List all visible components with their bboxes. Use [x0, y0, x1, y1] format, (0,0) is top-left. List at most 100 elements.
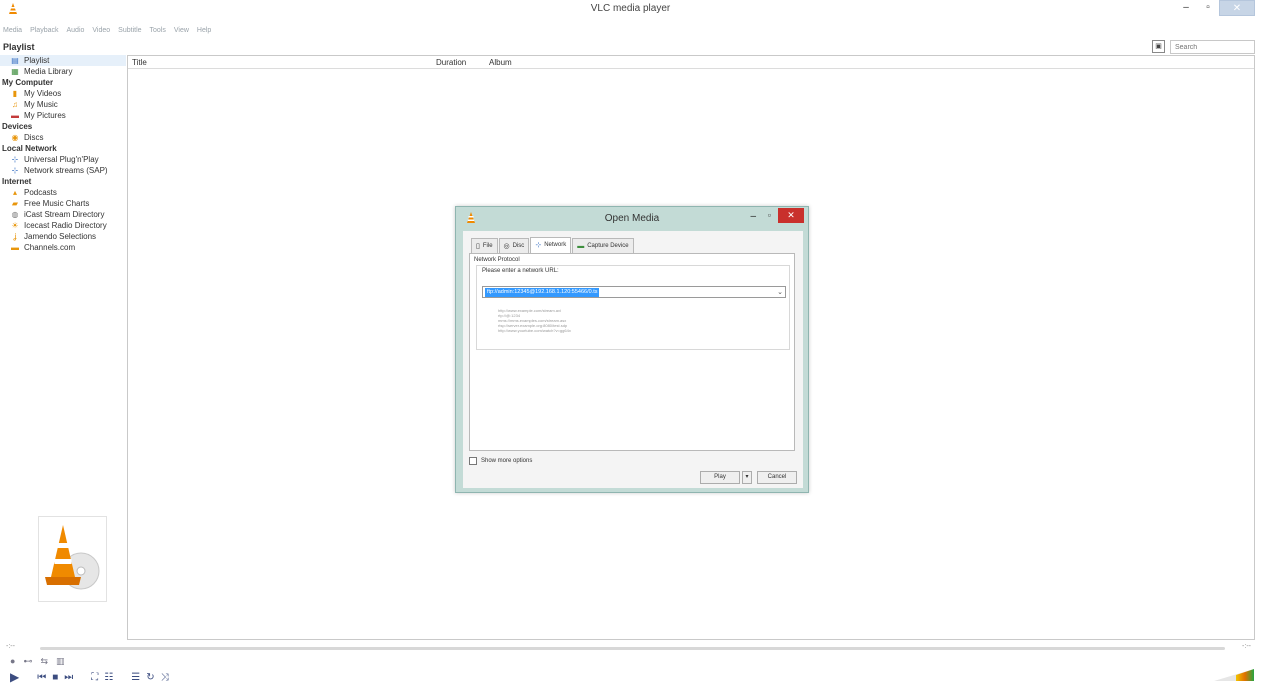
- stop-icon[interactable]: ■: [52, 672, 58, 683]
- sidebar-item-label: Discs: [24, 133, 44, 142]
- sidebar-item-discs[interactable]: ◉ Discs: [0, 132, 126, 143]
- advanced-controls: ● ⊷ ⇆ ▥: [10, 656, 65, 667]
- menu-subtitle[interactable]: Subtitle: [118, 27, 141, 37]
- volume-slider[interactable]: [1210, 668, 1256, 682]
- sidebar-item-label: My Pictures: [24, 111, 66, 120]
- dialog-title-bar: Open Media – ▫ ✕: [456, 207, 808, 229]
- sidebar-item-my-videos[interactable]: ▮ My Videos: [0, 88, 126, 99]
- sidebar-item-free-music-charts[interactable]: ▰ Free Music Charts: [0, 198, 126, 209]
- file-icon: ▯: [476, 242, 480, 250]
- play-icon[interactable]: ▶: [10, 670, 19, 684]
- open-media-dialog: Open Media – ▫ ✕ ▯ File ◎ Disc ⊹ Network…: [455, 206, 809, 493]
- sidebar-item-jamendo[interactable]: ʝ Jamendo Selections: [0, 231, 126, 242]
- menu-help[interactable]: Help: [197, 27, 211, 37]
- dialog-minimize-button[interactable]: –: [750, 211, 756, 222]
- network-url-input[interactable]: ftp://admin:12345@192.168.1.120:55466/0.…: [482, 286, 786, 298]
- cancel-button[interactable]: Cancel: [757, 471, 797, 484]
- network-icon: ⊹: [11, 166, 19, 175]
- title-bar: VLC media player – ▫ ✕: [0, 0, 1261, 18]
- tab-file[interactable]: ▯ File: [471, 238, 498, 253]
- chevron-down-icon: ▾: [745, 474, 749, 480]
- seek-slider[interactable]: [40, 647, 1225, 650]
- podcast-icon: ▴: [12, 188, 17, 197]
- playlist-view-button[interactable]: ▣: [1152, 40, 1165, 53]
- close-button[interactable]: ✕: [1219, 0, 1255, 16]
- sidebar-item-label: iCast Stream Directory: [24, 210, 105, 219]
- network-icon: ⊹: [535, 242, 542, 249]
- maximize-button[interactable]: ▫: [1197, 0, 1219, 16]
- sidebar-item-channels[interactable]: ▬ Channels.com: [0, 242, 126, 253]
- show-more-options[interactable]: Show more options: [469, 457, 532, 465]
- menu-video[interactable]: Video: [92, 27, 110, 37]
- playlist-heading: Playlist: [3, 42, 35, 52]
- previous-icon[interactable]: ⏮: [37, 672, 46, 683]
- example-url: http://www.yourtube.com/watch?v=gg64x: [498, 328, 571, 333]
- tab-network[interactable]: ⊹ Network: [530, 237, 572, 253]
- frame-step-icon[interactable]: ▥: [56, 656, 65, 667]
- jamendo-icon: ʝ: [13, 232, 17, 241]
- dialog-tabs: ▯ File ◎ Disc ⊹ Network ▬ Capture Device: [471, 237, 635, 254]
- menu-media[interactable]: Media: [3, 27, 22, 37]
- record-icon[interactable]: ●: [10, 656, 15, 667]
- elapsed-time: -:--: [6, 643, 15, 650]
- sidebar-item-label: My Videos: [24, 89, 62, 98]
- column-album[interactable]: Album: [489, 58, 512, 67]
- sidebar-item-my-music[interactable]: ♫ My Music: [0, 99, 126, 110]
- sidebar-section-devices: Devices: [2, 122, 33, 131]
- next-icon[interactable]: ⏭: [64, 672, 73, 683]
- playlist-icon: ▤: [11, 56, 19, 65]
- menu-playback[interactable]: Playback: [30, 27, 58, 37]
- total-time: -:--: [1242, 643, 1251, 650]
- tab-capture-device[interactable]: ▬ Capture Device: [572, 238, 634, 253]
- minimize-button[interactable]: –: [1175, 0, 1197, 16]
- disc-icon: ◉: [11, 133, 19, 142]
- tab-label: File: [482, 242, 493, 249]
- search-input[interactable]: [1170, 40, 1255, 54]
- menu-tools[interactable]: Tools: [150, 27, 166, 37]
- show-more-options-label: Show more options: [481, 458, 533, 464]
- sidebar-item-my-pictures[interactable]: ▬ My Pictures: [0, 110, 126, 121]
- play-options-button[interactable]: ▾: [742, 471, 752, 484]
- window-controls: – ▫ ✕: [1175, 0, 1255, 18]
- sidebar-item-sap[interactable]: ⊹ Network streams (SAP): [0, 165, 126, 176]
- sidebar-item-label: My Music: [24, 100, 58, 109]
- sidebar-item-podcasts[interactable]: ▴ Podcasts: [0, 187, 126, 198]
- shuffle-icon[interactable]: ⤨: [161, 672, 169, 683]
- dialog-maximize-button[interactable]: ▫: [768, 210, 771, 220]
- snapshot-icon[interactable]: ⊷: [23, 656, 32, 667]
- menu-view[interactable]: View: [174, 27, 189, 37]
- sidebar-item-playlist[interactable]: ▤ Playlist: [0, 55, 126, 66]
- column-header: Title Duration Album: [128, 56, 1254, 69]
- dialog-close-button[interactable]: ✕: [778, 208, 804, 223]
- chevron-down-icon[interactable]: ⌄: [777, 287, 783, 298]
- loop-ab-icon[interactable]: ⇆: [40, 656, 48, 667]
- sidebar-item-upnp[interactable]: ⊹ Universal Plug'n'Play: [0, 154, 126, 165]
- sidebar-item-icast[interactable]: ◍ iCast Stream Directory: [0, 209, 126, 220]
- menu-audio[interactable]: Audio: [66, 27, 84, 37]
- sidebar-item-media-library[interactable]: ▦ Media Library: [0, 66, 126, 77]
- column-title[interactable]: Title: [132, 58, 147, 67]
- album-art: [38, 516, 107, 602]
- tab-label: Disc: [512, 242, 525, 249]
- play-button[interactable]: Play: [700, 471, 740, 484]
- sidebar-item-label: Playlist: [24, 56, 50, 65]
- extended-settings-icon[interactable]: ☷: [104, 672, 113, 683]
- network-icon: ⊹: [11, 155, 19, 164]
- sidebar-item-label: Icecast Radio Directory: [24, 221, 107, 230]
- show-more-options-checkbox[interactable]: [469, 457, 477, 465]
- menu-bar: Media Playback Audio Video Subtitle Tool…: [3, 27, 211, 37]
- tab-label: Capture Device: [587, 242, 629, 249]
- sidebar-item-label: Network streams (SAP): [24, 166, 108, 175]
- url-prompt-label: Please enter a network URL:: [482, 268, 559, 274]
- playlist-toggle-icon[interactable]: ☰: [131, 672, 140, 683]
- fullscreen-icon[interactable]: ⛶: [91, 672, 98, 683]
- loop-icon[interactable]: ↻: [146, 672, 154, 683]
- film-icon: ▮: [12, 89, 18, 98]
- sidebar-item-icecast[interactable]: ☀ Icecast Radio Directory: [0, 220, 126, 231]
- disc-icon: ◎: [503, 242, 510, 250]
- sidebar-item-label: Universal Plug'n'Play: [24, 155, 99, 164]
- sidebar-section-local-network: Local Network: [2, 144, 57, 153]
- column-duration[interactable]: Duration: [436, 58, 466, 67]
- tab-disc[interactable]: ◎ Disc: [498, 238, 530, 253]
- network-tab-panel: Network Protocol Please enter a network …: [469, 253, 795, 451]
